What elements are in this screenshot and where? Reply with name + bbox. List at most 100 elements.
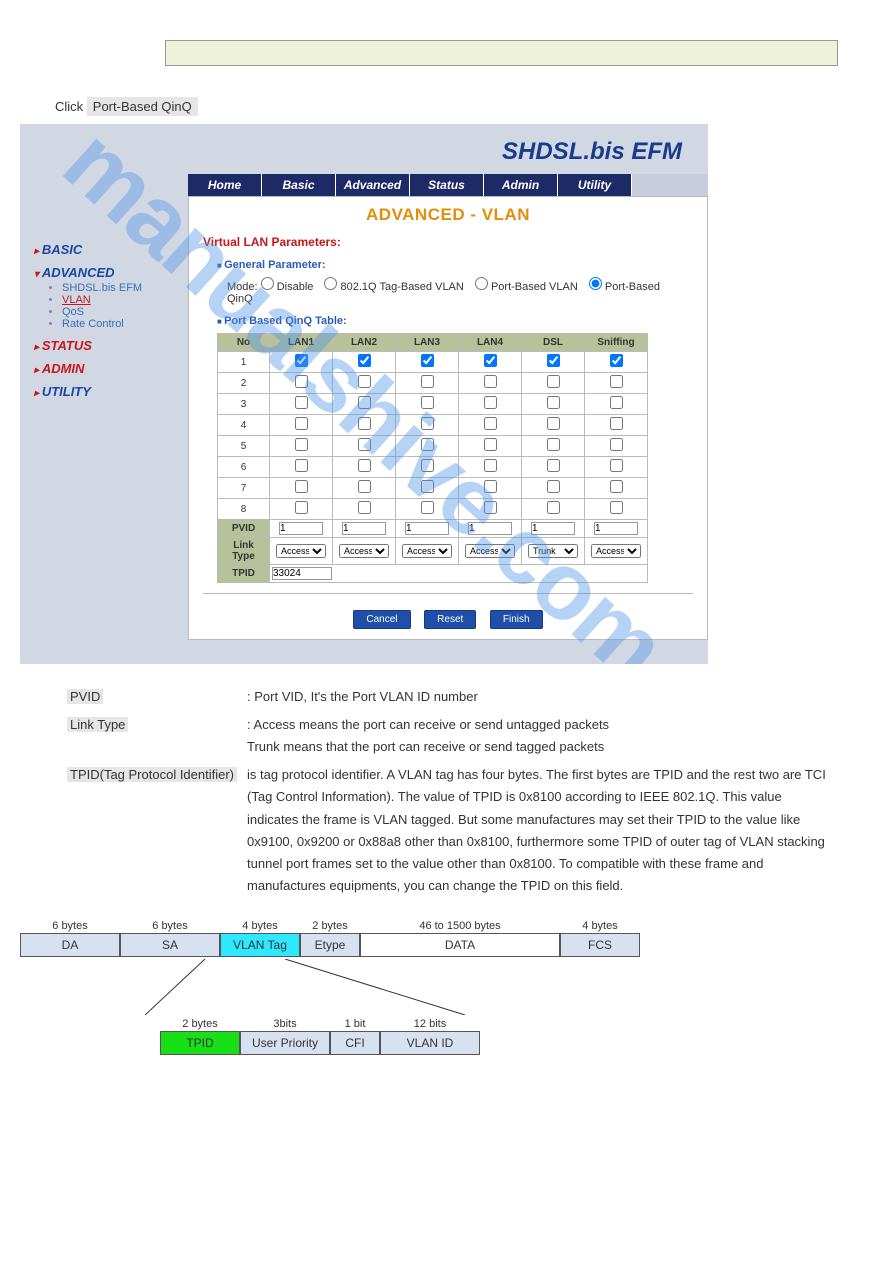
pvid-input[interactable] xyxy=(594,522,638,535)
cb[interactable] xyxy=(610,354,623,367)
cb[interactable] xyxy=(610,417,623,430)
cb[interactable] xyxy=(421,375,434,388)
cb[interactable] xyxy=(358,396,371,409)
f-lab: 1 bit xyxy=(330,1017,380,1031)
cb[interactable] xyxy=(295,459,308,472)
cb[interactable] xyxy=(358,417,371,430)
sidebar-item-shdsl[interactable]: SHDSL.bis EFM xyxy=(62,282,142,294)
sidebar-item-rate[interactable]: Rate Control xyxy=(62,318,124,330)
page-title: ADVANCED - VLAN xyxy=(203,205,693,225)
cb[interactable] xyxy=(547,396,560,409)
cb[interactable] xyxy=(421,480,434,493)
pvid-input[interactable] xyxy=(279,522,323,535)
cb[interactable] xyxy=(421,438,434,451)
nav-home[interactable]: Home xyxy=(188,174,262,196)
cb[interactable] xyxy=(610,438,623,451)
config-screenshot: SHDSL.bis EFM Home Basic Advanced Status… xyxy=(20,124,708,664)
pvid-input[interactable] xyxy=(405,522,449,535)
cb[interactable] xyxy=(421,396,434,409)
cb[interactable] xyxy=(610,396,623,409)
cb[interactable] xyxy=(484,375,497,388)
cb[interactable] xyxy=(421,459,434,472)
cb[interactable] xyxy=(421,354,434,367)
link-select[interactable]: Access xyxy=(465,544,515,558)
cb[interactable] xyxy=(358,501,371,514)
cb[interactable] xyxy=(547,354,560,367)
pvid-desc: : Port VID, It's the Port VLAN ID number xyxy=(243,684,836,710)
f-lab: 46 to 1500 bytes xyxy=(360,919,560,933)
mode-disable[interactable]: Disable xyxy=(261,281,314,293)
cb[interactable] xyxy=(484,438,497,451)
cb[interactable] xyxy=(358,480,371,493)
nav-admin[interactable]: Admin xyxy=(484,174,558,196)
tpid-key: TPID(Tag Protocol Identifier) xyxy=(67,767,237,782)
mode-8021q[interactable]: 802.1Q Tag-Based VLAN xyxy=(324,281,463,293)
sidebar-item-qos[interactable]: QoS xyxy=(62,306,84,318)
tpid-label: TPID xyxy=(218,565,270,583)
sidebar-basic[interactable]: BASIC xyxy=(34,242,180,257)
cb[interactable] xyxy=(610,459,623,472)
cb[interactable] xyxy=(358,459,371,472)
cb[interactable] xyxy=(358,375,371,388)
cb[interactable] xyxy=(484,396,497,409)
cb[interactable] xyxy=(421,501,434,514)
f-cell-etype: Etype xyxy=(300,933,360,957)
tpid-input[interactable] xyxy=(272,567,332,580)
cb[interactable] xyxy=(484,480,497,493)
cb[interactable] xyxy=(547,438,560,451)
nav-basic[interactable]: Basic xyxy=(262,174,336,196)
cb[interactable] xyxy=(295,438,308,451)
cb[interactable] xyxy=(610,375,623,388)
pvid-input[interactable] xyxy=(531,522,575,535)
sidebar-item-vlan[interactable]: VLAN xyxy=(62,294,91,306)
cb[interactable] xyxy=(295,375,308,388)
title-bar xyxy=(165,40,838,66)
cb[interactable] xyxy=(358,438,371,451)
f-cell-tpid: TPID xyxy=(160,1031,240,1055)
cb[interactable] xyxy=(295,480,308,493)
linktype-desc-2: Trunk means that the port can receive or… xyxy=(247,736,832,758)
hdr-dsl: DSL xyxy=(522,334,585,352)
cb[interactable] xyxy=(295,354,308,367)
table-row: 2 xyxy=(218,373,648,394)
nav-utility[interactable]: Utility xyxy=(558,174,632,196)
link-select[interactable]: Access xyxy=(276,544,326,558)
link-select[interactable]: Access xyxy=(402,544,452,558)
cb[interactable] xyxy=(295,417,308,430)
linktype-label: Link Type xyxy=(218,538,270,565)
cb[interactable] xyxy=(610,501,623,514)
description-block: PVID : Port VID, It's the Port VLAN ID n… xyxy=(61,682,838,901)
hdr-lan4: LAN4 xyxy=(459,334,522,352)
cb[interactable] xyxy=(295,501,308,514)
cancel-button[interactable]: Cancel xyxy=(353,610,410,629)
reset-button[interactable]: Reset xyxy=(424,610,476,629)
finish-button[interactable]: Finish xyxy=(490,610,543,629)
sidebar-utility[interactable]: UTILITY xyxy=(34,384,180,399)
nav-status[interactable]: Status xyxy=(410,174,484,196)
sidebar-advanced[interactable]: ADVANCED xyxy=(34,265,180,280)
sidebar-status[interactable]: STATUS xyxy=(34,338,180,353)
cb[interactable] xyxy=(295,396,308,409)
cb[interactable] xyxy=(484,417,497,430)
link-select[interactable]: Access xyxy=(591,544,641,558)
cb[interactable] xyxy=(610,480,623,493)
cb[interactable] xyxy=(421,417,434,430)
cb[interactable] xyxy=(547,375,560,388)
link-select[interactable]: Trunk xyxy=(528,544,578,558)
sidebar-admin[interactable]: ADMIN xyxy=(34,361,180,376)
pvid-input[interactable] xyxy=(342,522,386,535)
cb[interactable] xyxy=(358,354,371,367)
qinq-table: No LAN1 LAN2 LAN3 LAN4 DSL Sniffing 1 2 … xyxy=(217,333,648,583)
pvid-input[interactable] xyxy=(468,522,512,535)
cb[interactable] xyxy=(547,459,560,472)
mode-portvlan[interactable]: Port-Based VLAN xyxy=(475,281,578,293)
link-select[interactable]: Access xyxy=(339,544,389,558)
f-lab: 12 bits xyxy=(380,1017,480,1031)
nav-advanced[interactable]: Advanced xyxy=(336,174,410,196)
cb[interactable] xyxy=(484,354,497,367)
cb[interactable] xyxy=(484,501,497,514)
cb[interactable] xyxy=(547,417,560,430)
cb[interactable] xyxy=(547,501,560,514)
cb[interactable] xyxy=(484,459,497,472)
cb[interactable] xyxy=(547,480,560,493)
